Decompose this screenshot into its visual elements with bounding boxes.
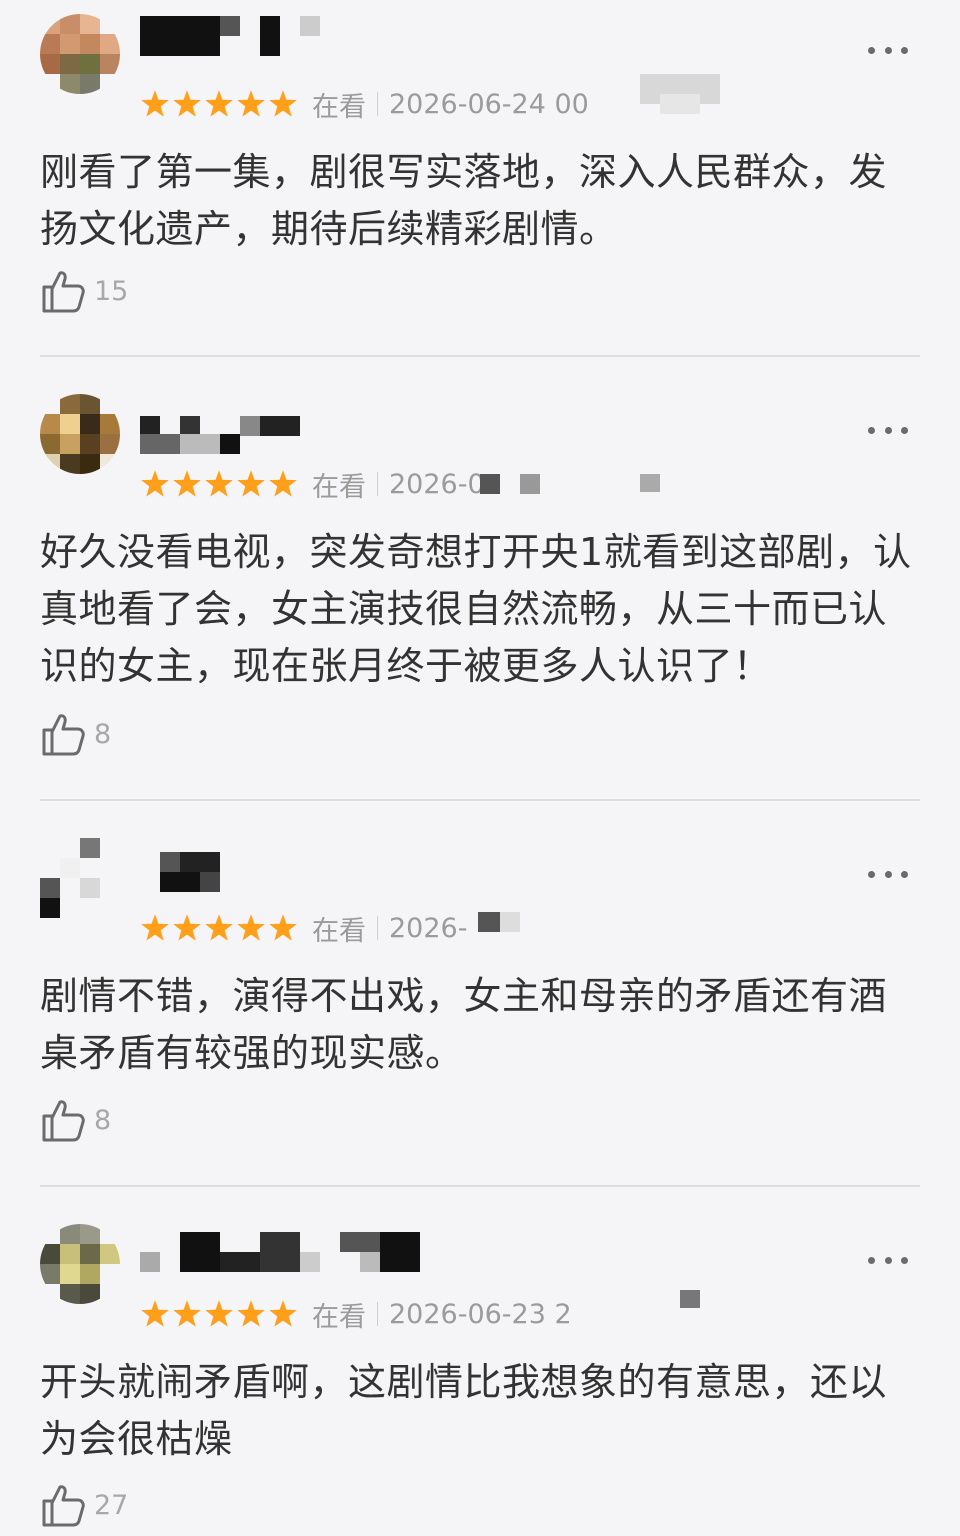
star-icon (141, 90, 169, 117)
star-icon (269, 90, 297, 117)
redacted-date (478, 912, 500, 932)
review-list: 在看 2026-06-24 00 刚看了第一集，剧很写实落地，深入人民群众，发扬… (0, 0, 960, 1536)
thumbs-up-icon (42, 714, 85, 756)
redacted-location (680, 1290, 700, 1308)
divider (377, 916, 378, 940)
thumbs-up-icon (42, 1485, 85, 1527)
star-icon (269, 914, 297, 941)
review-text: 刚看了第一集，剧很写实落地，深入人民群众，发扬文化遗产，期待后续精彩剧情。 (40, 150, 888, 251)
review-meta: 在看 2026-06-23 2 (140, 1296, 572, 1333)
watch-status: 在看 (312, 91, 366, 123)
divider (377, 472, 378, 496)
user-name-redacted[interactable] (140, 1226, 420, 1272)
watch-status: 在看 (312, 471, 366, 503)
review-meta: 在看 2026-06-24 00 (140, 86, 589, 123)
like-count: 27 (94, 1489, 129, 1521)
star-icon (237, 1300, 265, 1327)
like-button[interactable]: 8 (40, 709, 111, 759)
star-icon (173, 914, 201, 941)
thumbs-up-icon (42, 271, 85, 313)
like-button[interactable]: 27 (40, 1480, 128, 1530)
more-dots-icon[interactable] (868, 422, 908, 438)
avatar[interactable] (40, 14, 120, 94)
review-text: 剧情不错，演得不出戏，女主和母亲的矛盾还有酒桌矛盾有较强的现实感。 (40, 974, 888, 1075)
divider (377, 92, 378, 116)
star-icon (141, 914, 169, 941)
user-name-redacted[interactable] (140, 396, 400, 454)
star-icon (173, 1300, 201, 1327)
review-date: 2026- (389, 912, 468, 944)
thumbs-up-icon (42, 1100, 85, 1142)
watch-status: 在看 (312, 915, 366, 947)
divider (40, 1185, 920, 1187)
avatar[interactable] (40, 394, 120, 474)
redacted-location (640, 474, 660, 492)
redacted-date (480, 474, 500, 494)
redacted-date (500, 912, 520, 932)
star-icon (237, 470, 265, 497)
more-dots-icon[interactable] (868, 1252, 908, 1268)
redacted-location (660, 94, 700, 114)
divider (40, 799, 920, 801)
star-icon (269, 1300, 297, 1327)
watch-status: 在看 (312, 1301, 366, 1333)
review-text: 好久没看电视，突发奇想打开央1就看到这部剧，认真地看了会，女主演技很自然流畅，从… (40, 530, 912, 688)
star-rating (140, 469, 298, 499)
redacted-date (520, 474, 540, 494)
user-name-redacted[interactable] (140, 16, 400, 56)
review-date: 2026-06-23 2 (389, 1298, 572, 1330)
like-count: 15 (94, 275, 129, 307)
like-count: 8 (94, 1104, 112, 1136)
review-date: 2026-0 (389, 468, 485, 500)
star-icon (269, 470, 297, 497)
user-name-redacted[interactable] (140, 840, 400, 892)
review-text: 开头就闹矛盾啊，这剧情比我想象的有意思，还以为会很枯燥 (40, 1360, 888, 1461)
avatar[interactable] (40, 838, 120, 918)
like-count: 8 (94, 718, 112, 750)
star-rating (140, 913, 298, 943)
star-icon (237, 914, 265, 941)
star-icon (141, 470, 169, 497)
review-date: 2026-06-24 00 (389, 88, 589, 120)
star-rating (140, 1299, 298, 1329)
star-icon (141, 1300, 169, 1327)
star-icon (205, 1300, 233, 1327)
more-dots-icon[interactable] (868, 42, 908, 58)
star-rating (140, 89, 298, 119)
like-button[interactable]: 8 (40, 1095, 111, 1145)
star-icon (205, 90, 233, 117)
review-meta: 在看 2026- (140, 910, 468, 947)
more-dots-icon[interactable] (868, 866, 908, 882)
divider (40, 355, 920, 357)
like-button[interactable]: 15 (40, 266, 128, 316)
star-icon (205, 470, 233, 497)
review-meta: 在看 2026-0 (140, 466, 485, 503)
divider (377, 1302, 378, 1326)
avatar[interactable] (40, 1224, 120, 1304)
star-icon (205, 914, 233, 941)
star-icon (237, 90, 265, 117)
star-icon (173, 90, 201, 117)
star-icon (173, 470, 201, 497)
